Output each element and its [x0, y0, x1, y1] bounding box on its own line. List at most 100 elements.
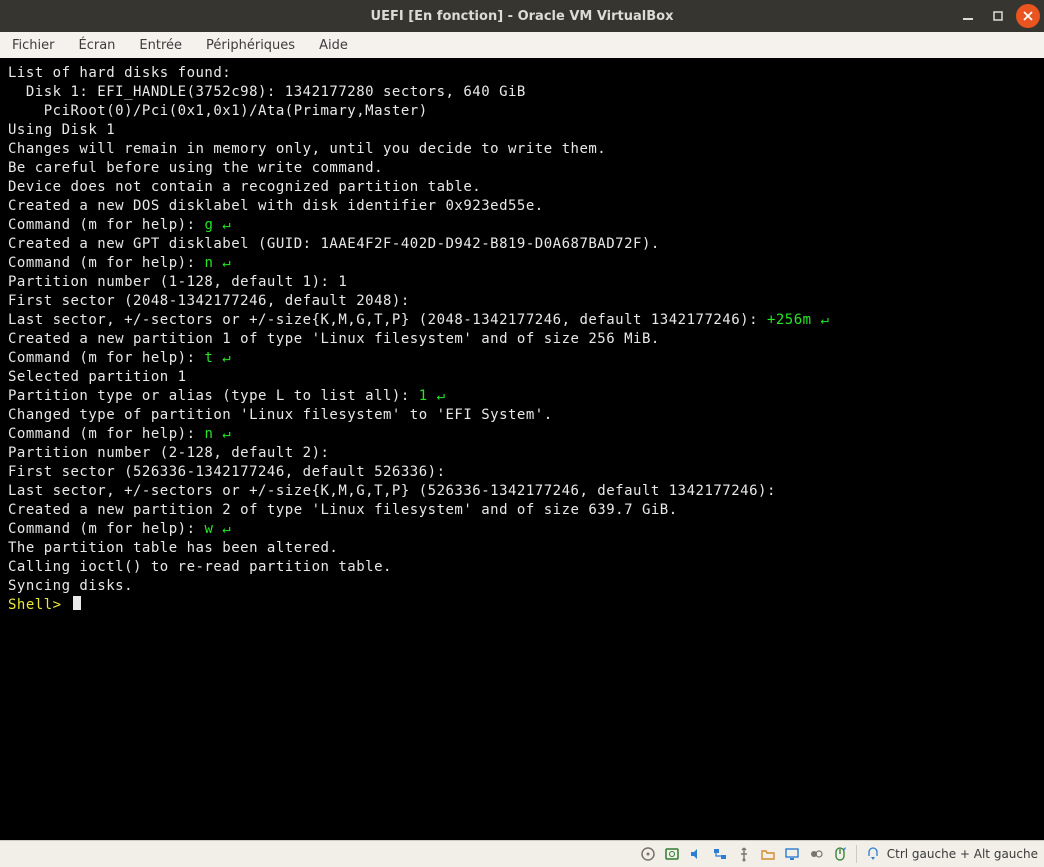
- terminal-line: Created a new partition 2 of type 'Linux…: [8, 501, 1036, 520]
- terminal-text: Be careful before using the write comman…: [8, 160, 383, 176]
- terminal-line: Shell>: [8, 596, 1036, 615]
- shared-folder-icon[interactable]: [758, 844, 778, 864]
- statusbar: Ctrl gauche + Alt gauche: [0, 840, 1044, 867]
- terminal-line: Disk 1: EFI_HANDLE(3752c98): 1342177280 …: [8, 83, 1036, 102]
- terminal-text: Disk 1: EFI_HANDLE(3752c98): 1342177280 …: [8, 84, 526, 100]
- terminal-line: List of hard disks found:: [8, 64, 1036, 83]
- terminal-text: n: [204, 426, 222, 442]
- terminal-line: Changed type of partition 'Linux filesys…: [8, 406, 1036, 425]
- terminal-text: ↵: [222, 217, 231, 233]
- terminal-text: Command (m for help):: [8, 426, 204, 442]
- menu-entree[interactable]: Entrée: [135, 36, 186, 55]
- terminal-text: Command (m for help):: [8, 217, 204, 233]
- terminal-text: Partition number (2-128, default 2):: [8, 445, 329, 461]
- terminal-line: Calling ioctl() to re-read partition tab…: [8, 558, 1036, 577]
- usb-icon[interactable]: [734, 844, 754, 864]
- terminal-line: Command (m for help): n ↵: [8, 425, 1036, 444]
- terminal-line: Created a new GPT disklabel (GUID: 1AAE4…: [8, 235, 1036, 254]
- terminal-line: Be careful before using the write comman…: [8, 159, 1036, 178]
- terminal-line: Selected partition 1: [8, 368, 1036, 387]
- window-buttons: [956, 0, 1040, 32]
- maximize-button[interactable]: [986, 4, 1010, 28]
- terminal-line: Command (m for help): w ↵: [8, 520, 1036, 539]
- terminal-text: Using Disk 1: [8, 122, 115, 138]
- terminal-text: Command (m for help):: [8, 521, 204, 537]
- terminal-line: The partition table has been altered.: [8, 539, 1036, 558]
- terminal-text: Changes will remain in memory only, unti…: [8, 141, 606, 157]
- terminal-text: List of hard disks found:: [8, 65, 231, 81]
- minimize-button[interactable]: [956, 4, 980, 28]
- menubar: Fichier Écran Entrée Périphériques Aide: [0, 32, 1044, 58]
- statusbar-separator: [856, 845, 857, 863]
- minimize-icon: [963, 11, 973, 21]
- terminal-cursor: [73, 596, 81, 610]
- terminal-text: Partition number (1-128, default 1): 1: [8, 274, 347, 290]
- display-icon[interactable]: [782, 844, 802, 864]
- terminal-text: First sector (2048-1342177246, default 2…: [8, 293, 410, 309]
- optical-disk-icon[interactable]: [638, 844, 658, 864]
- terminal-line: Command (m for help): t ↵: [8, 349, 1036, 368]
- menu-ecran[interactable]: Écran: [75, 36, 120, 55]
- terminal-line: Created a new DOS disklabel with disk id…: [8, 197, 1036, 216]
- terminal-text: Shell>: [8, 597, 71, 613]
- terminal-text: Syncing disks.: [8, 578, 133, 594]
- terminal-text: w: [204, 521, 222, 537]
- terminal-line: Partition type or alias (type L to list …: [8, 387, 1036, 406]
- terminal-line: Syncing disks.: [8, 577, 1036, 596]
- vm-window: UEFI [En fonction] - Oracle VM VirtualBo…: [0, 0, 1044, 867]
- window-title: UEFI [En fonction] - Oracle VM VirtualBo…: [0, 9, 1044, 24]
- close-icon: [1023, 11, 1033, 21]
- maximize-icon: [993, 11, 1003, 21]
- terminal-text: Last sector, +/-sectors or +/-size{K,M,G…: [8, 312, 767, 328]
- terminal-text: Changed type of partition 'Linux filesys…: [8, 407, 553, 423]
- terminal-text: ↵: [437, 388, 446, 404]
- window-titlebar[interactable]: UEFI [En fonction] - Oracle VM VirtualBo…: [0, 0, 1044, 32]
- terminal-text: Created a new DOS disklabel with disk id…: [8, 198, 544, 214]
- terminal-text: PciRoot(0)/Pci(0x1,0x1)/Ata(Primary,Mast…: [8, 103, 428, 119]
- terminal-text: Command (m for help):: [8, 255, 204, 271]
- recording-icon[interactable]: [806, 844, 826, 864]
- terminal-line: Last sector, +/-sectors or +/-size{K,M,G…: [8, 311, 1036, 330]
- terminal-line: Using Disk 1: [8, 121, 1036, 140]
- hard-disk-icon[interactable]: [662, 844, 682, 864]
- terminal-line: Command (m for help): n ↵: [8, 254, 1036, 273]
- terminal-text: ↵: [821, 312, 830, 328]
- terminal-text: Partition type or alias (type L to list …: [8, 388, 419, 404]
- terminal-line: Command (m for help): g ↵: [8, 216, 1036, 235]
- terminal-text: 1: [419, 388, 437, 404]
- terminal-text: ↵: [222, 350, 231, 366]
- network-icon[interactable]: [710, 844, 730, 864]
- terminal-text: n: [204, 255, 222, 271]
- menu-fichier[interactable]: Fichier: [8, 36, 59, 55]
- terminal-text: ↵: [222, 521, 231, 537]
- guest-terminal[interactable]: List of hard disks found: Disk 1: EFI_HA…: [0, 58, 1044, 840]
- terminal-text: The partition table has been altered.: [8, 540, 338, 556]
- mouse-integration-icon[interactable]: [830, 844, 850, 864]
- keyboard-icon[interactable]: [863, 844, 883, 864]
- terminal-line: First sector (2048-1342177246, default 2…: [8, 292, 1036, 311]
- terminal-text: Command (m for help):: [8, 350, 204, 366]
- terminal-text: +256m: [767, 312, 821, 328]
- menu-aide[interactable]: Aide: [315, 36, 352, 55]
- terminal-line: Partition number (2-128, default 2):: [8, 444, 1036, 463]
- close-button[interactable]: [1016, 4, 1040, 28]
- terminal-text: Created a new partition 1 of type 'Linux…: [8, 331, 660, 347]
- terminal-line: PciRoot(0)/Pci(0x1,0x1)/Ata(Primary,Mast…: [8, 102, 1036, 121]
- terminal-line: Created a new partition 1 of type 'Linux…: [8, 330, 1036, 349]
- terminal-text: Last sector, +/-sectors or +/-size{K,M,G…: [8, 483, 776, 499]
- terminal-text: Calling ioctl() to re-read partition tab…: [8, 559, 392, 575]
- menu-peripheriques[interactable]: Périphériques: [202, 36, 299, 55]
- audio-icon[interactable]: [686, 844, 706, 864]
- terminal-line: Device does not contain a recognized par…: [8, 178, 1036, 197]
- terminal-text: Created a new partition 2 of type 'Linux…: [8, 502, 678, 518]
- terminal-text: Device does not contain a recognized par…: [8, 179, 481, 195]
- terminal-text: t: [204, 350, 222, 366]
- terminal-line: Last sector, +/-sectors or +/-size{K,M,G…: [8, 482, 1036, 501]
- host-key-indicator[interactable]: Ctrl gauche + Alt gauche: [887, 847, 1038, 861]
- terminal-line: Changes will remain in memory only, unti…: [8, 140, 1036, 159]
- terminal-text: ↵: [222, 255, 231, 271]
- terminal-line: First sector (526336-1342177246, default…: [8, 463, 1036, 482]
- terminal-text: Selected partition 1: [8, 369, 187, 385]
- terminal-text: Created a new GPT disklabel (GUID: 1AAE4…: [8, 236, 660, 252]
- terminal-text: g: [204, 217, 222, 233]
